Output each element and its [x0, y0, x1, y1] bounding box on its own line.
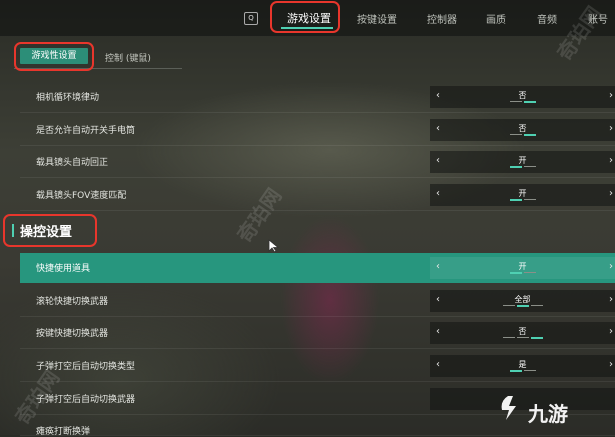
value-selector[interactable]: ‹ 是 › — [430, 355, 615, 377]
value-selector[interactable]: ‹ 否 › — [430, 119, 615, 141]
jiuyou-logo-icon — [501, 396, 516, 420]
setting-value: 否 — [518, 124, 527, 133]
setting-value: 开 — [518, 156, 527, 165]
setting-row[interactable]: 子弹打空后自动切换武器 — [20, 384, 615, 415]
setting-label: 载具镜头FOV速度匹配 — [36, 191, 127, 201]
option-ticks — [430, 166, 615, 169]
mouse-cursor-icon — [268, 239, 280, 253]
option-ticks — [430, 370, 615, 373]
chevron-right-icon[interactable]: › — [609, 90, 613, 101]
option-ticks — [430, 101, 615, 104]
tab-key-settings[interactable]: 按键设置 — [357, 11, 397, 26]
value-selector[interactable]: ‹ 开 › — [430, 151, 615, 173]
setting-row-selected[interactable]: 快捷使用道具 ‹ 开 › — [20, 253, 615, 283]
chevron-right-icon[interactable]: › — [609, 155, 613, 166]
option-ticks — [430, 272, 615, 275]
chevron-right-icon[interactable]: › — [609, 326, 613, 337]
setting-label: 载具镜头自动回正 — [36, 158, 109, 168]
subtab-control-keyboard-mouse[interactable]: 控制 (键鼠) — [105, 51, 151, 64]
subtab-gameplay[interactable]: 游戏性设置 — [20, 48, 88, 64]
setting-value: 否 — [518, 327, 527, 336]
option-ticks — [430, 199, 615, 202]
setting-label: 按键快捷切换武器 — [36, 329, 109, 339]
setting-row[interactable]: 瘫痪打断换弹 — [20, 416, 615, 437]
value-selector[interactable]: ‹ 否 › — [430, 322, 615, 344]
tab-audio[interactable]: 音频 — [537, 11, 557, 26]
setting-label: 相机循环境律动 — [36, 93, 100, 103]
setting-value: 全部 — [514, 295, 531, 304]
option-ticks — [430, 134, 615, 137]
section-accent-bar — [12, 224, 14, 237]
subtab-divider — [14, 68, 182, 69]
brand-logo-text: 九游 — [528, 402, 568, 426]
setting-row[interactable]: 子弹打空后自动切换类型 ‹ 是 › — [20, 351, 615, 382]
setting-row[interactable]: 是否允许自动开关手电筒 ‹ 否 › — [20, 115, 615, 146]
chevron-right-icon[interactable]: › — [609, 188, 613, 199]
setting-label: 滚轮快捷切换武器 — [36, 297, 109, 307]
setting-value: 开 — [518, 189, 527, 198]
chevron-right-icon[interactable]: › — [609, 294, 613, 305]
setting-value: 是 — [518, 360, 527, 369]
setting-row[interactable]: 载具镜头FOV速度匹配 ‹ 开 › — [20, 180, 615, 211]
chevron-right-icon[interactable]: › — [609, 123, 613, 134]
q-key-hint: Q — [244, 12, 258, 25]
value-selector[interactable]: ‹ 否 › — [430, 86, 615, 108]
option-ticks — [430, 305, 615, 308]
setting-row[interactable]: 相机循环境律动 ‹ 否 › — [20, 82, 615, 113]
value-selector[interactable]: ‹ 全部 › — [430, 290, 615, 312]
setting-value: 否 — [518, 91, 527, 100]
value-selector[interactable]: ‹ 开 › — [430, 257, 615, 279]
setting-label: 快捷使用道具 — [36, 264, 91, 274]
chevron-right-icon[interactable]: › — [609, 359, 613, 370]
setting-value: 开 — [518, 262, 527, 271]
setting-row[interactable]: 滚轮快捷切换武器 ‹ 全部 › — [20, 286, 615, 317]
setting-row[interactable]: 按键快捷切换武器 ‹ 否 › — [20, 318, 615, 349]
section-title: 操控设置 — [20, 225, 73, 240]
setting-label: 是否允许自动开关手电筒 — [36, 126, 136, 136]
value-selector[interactable]: ‹ 开 › — [430, 184, 615, 206]
option-ticks — [430, 337, 615, 340]
tab-graphics[interactable]: 画质 — [486, 11, 506, 26]
tab-game-settings[interactable]: 游戏设置 — [287, 10, 331, 26]
chevron-right-icon[interactable]: › — [609, 261, 613, 272]
tab-controller[interactable]: 控制器 — [427, 11, 457, 26]
setting-row[interactable]: 载具镜头自动回正 ‹ 开 › — [20, 147, 615, 178]
setting-label: 瘫痪打断换弹 — [36, 427, 91, 437]
active-tab-indicator — [281, 27, 333, 29]
